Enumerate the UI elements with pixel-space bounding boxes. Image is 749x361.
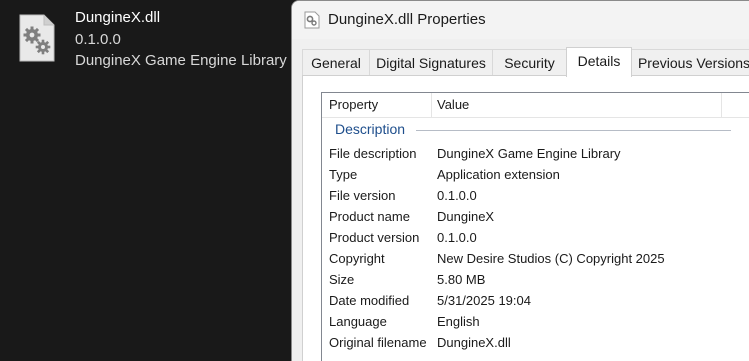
file-description: DungineX Game Engine Library [75, 52, 287, 69]
tab-strip: General Digital Signatures Security Deta… [302, 47, 749, 77]
property-value: DungineX Game Engine Library [437, 146, 621, 161]
property-name: Original filename [329, 335, 427, 350]
dll-gear-icon [304, 11, 320, 29]
property-value: DungineX [437, 209, 495, 224]
list-item[interactable]: Date modified 5/31/2025 19:04 [322, 292, 749, 313]
property-value: English [437, 314, 480, 329]
tab-general[interactable]: General [302, 49, 370, 75]
column-divider[interactable] [431, 93, 432, 117]
property-name: Size [329, 272, 355, 287]
file-name: DungineX.dll [75, 9, 161, 26]
list-item[interactable]: Product version 0.1.0.0 [322, 229, 749, 250]
file-tile[interactable]: DungineX.dll 0.1.0.0 DungineX Game Engin… [0, 0, 290, 80]
column-header-property[interactable]: Property [329, 93, 378, 117]
group-header-description: Description [335, 121, 406, 137]
list-item[interactable]: Product name DungineX [322, 208, 749, 229]
group-divider [416, 130, 731, 131]
property-name: Copyright [329, 251, 385, 266]
property-name: Product version [329, 230, 420, 245]
property-value: 0.1.0.0 [437, 230, 477, 245]
list-item[interactable]: Copyright New Desire Studios (C) Copyrig… [322, 250, 749, 271]
list-item[interactable]: File description DungineX Game Engine Li… [322, 145, 749, 166]
property-name: Language [329, 314, 387, 329]
column-divider[interactable] [721, 93, 722, 117]
column-header-value[interactable]: Value [437, 93, 469, 117]
details-panel: Property Value Description File descript… [302, 75, 749, 361]
list-item[interactable]: Original filename DungineX.dll [322, 334, 749, 355]
property-name: Date modified [329, 293, 410, 308]
property-name: Type [329, 167, 358, 182]
title-bar[interactable]: DungineX.dll Properties [292, 1, 749, 39]
property-name: Product name [329, 209, 410, 224]
window-title: DungineX.dll Properties [328, 11, 486, 28]
property-value: 5/31/2025 19:04 [437, 293, 531, 308]
list-item[interactable]: Type Application extension [322, 166, 749, 187]
tab-digital-signatures[interactable]: Digital Signatures [369, 49, 493, 75]
tab-security[interactable]: Security [492, 49, 567, 75]
list-item[interactable]: File version 0.1.0.0 [322, 187, 749, 208]
property-value: 0.1.0.0 [437, 188, 477, 203]
dll-file-gears-icon [19, 14, 55, 62]
list-item[interactable]: Size 5.80 MB [322, 271, 749, 292]
property-value: DungineX.dll [437, 335, 511, 350]
property-value: Application extension [437, 167, 560, 182]
list-header: Property Value [322, 93, 749, 118]
property-name: File description [329, 146, 417, 161]
property-value: 5.80 MB [437, 272, 486, 287]
details-list[interactable]: Property Value Description File descript… [321, 92, 749, 361]
list-item[interactable]: Language English [322, 313, 749, 334]
tab-details[interactable]: Details [566, 47, 632, 77]
tab-previous-versions[interactable]: Previous Versions [631, 49, 749, 75]
file-version: 0.1.0.0 [75, 31, 121, 48]
property-name: File version [329, 188, 396, 203]
property-value: New Desire Studios (C) Copyright 2025 [437, 251, 665, 266]
properties-dialog: DungineX.dll Properties General Digital … [291, 0, 749, 361]
